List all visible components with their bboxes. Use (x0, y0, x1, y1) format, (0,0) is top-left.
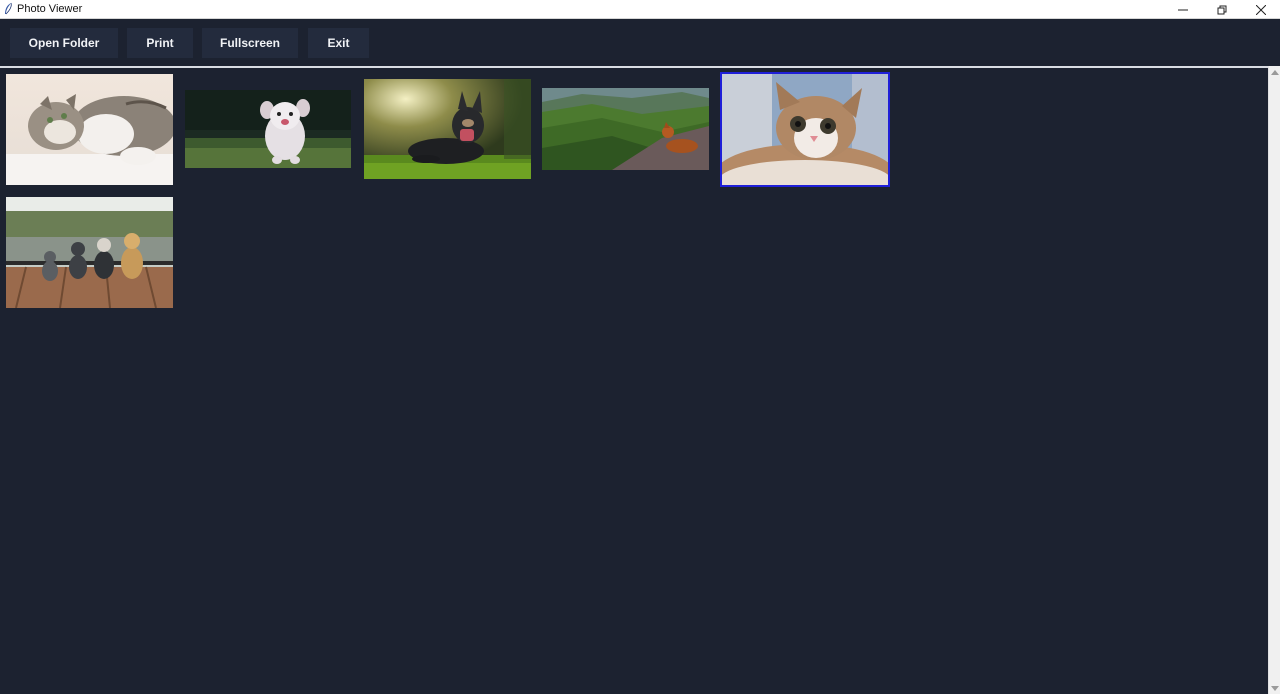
restore-button[interactable] (1202, 0, 1241, 19)
restore-icon (1217, 5, 1226, 14)
minimize-button[interactable] (1163, 0, 1202, 19)
title-bar: Photo Viewer (0, 0, 1280, 19)
scroll-down-icon[interactable] (1271, 684, 1279, 692)
thumbnail-cat[interactable] (6, 74, 173, 185)
fullscreen-button[interactable]: Fullscreen (202, 28, 298, 58)
thumbnail-kitten[interactable] (720, 72, 890, 187)
print-button[interactable]: Print (127, 28, 193, 58)
thumbnail-mountain-dog[interactable] (542, 88, 709, 170)
thumbnail-white-dog[interactable] (185, 90, 351, 168)
exit-button[interactable]: Exit (308, 28, 369, 58)
toolbar: Open Folder Print Fullscreen Exit (0, 20, 1280, 66)
close-button[interactable] (1241, 0, 1280, 19)
open-folder-button[interactable]: Open Folder (10, 28, 118, 58)
vertical-scrollbar[interactable] (1268, 66, 1280, 694)
thumbnail-shepherd[interactable] (364, 79, 531, 179)
minimize-icon (1177, 9, 1188, 10)
feather-icon (1, 1, 15, 17)
close-icon (1255, 4, 1266, 15)
window-title: Photo Viewer (17, 3, 83, 15)
thumbnail-gallery (0, 68, 1268, 694)
thumbnail-dogs-dock[interactable] (6, 197, 173, 308)
scroll-up-icon[interactable] (1271, 69, 1279, 77)
